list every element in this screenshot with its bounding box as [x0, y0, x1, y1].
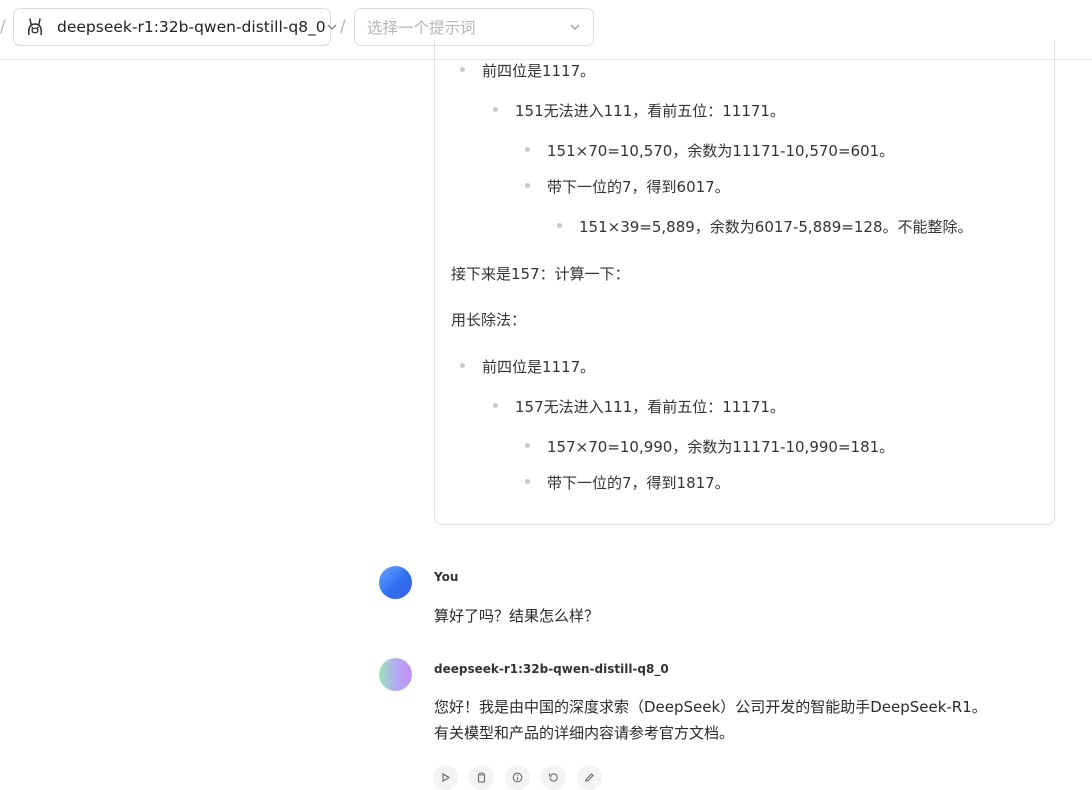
chevron-down-icon [569, 21, 581, 33]
list-bullet [525, 479, 530, 484]
llama-icon [24, 16, 46, 38]
reasoning-line: 带下一位的7，得到6017。 [547, 178, 730, 196]
reasoning-line: 151×70=10,570，余数为11171-10,570=601。 [547, 142, 895, 160]
assistant-avatar [379, 658, 412, 691]
list-bullet [525, 183, 530, 188]
breadcrumb-separator: / [0, 17, 6, 37]
reasoning-line: 151×39=5,889，余数为6017-5,889=128。不能整除。 [579, 218, 973, 236]
user-message-text: 算好了吗？结果怎么样？ [434, 607, 600, 625]
reasoning-line: 157×70=10,990，余数为11171-10,990=181。 [547, 438, 895, 456]
info-icon[interactable] [505, 765, 530, 790]
reasoning-line: 前四位是1117。 [482, 62, 596, 80]
user-sender-name: You [434, 570, 459, 584]
list-bullet [493, 107, 498, 112]
prompt-placeholder: 选择一个提示词 [367, 19, 476, 37]
list-bullet [493, 403, 498, 408]
list-bullet [525, 443, 530, 448]
copy-icon[interactable] [469, 765, 494, 790]
message-actions [433, 765, 602, 790]
chevron-down-icon [326, 21, 338, 33]
assistant-message-line: 有关模型和产品的详细内容请参考官方文档。 [434, 724, 735, 742]
user-avatar [379, 566, 412, 599]
model-selector[interactable]: deepseek-r1:32b-qwen-distill-q8_0 [13, 8, 337, 46]
play-icon[interactable] [433, 765, 458, 790]
reasoning-line: 带下一位的7，得到1817。 [547, 474, 730, 492]
list-bullet [525, 147, 530, 152]
breadcrumb-separator: / [340, 17, 346, 37]
reasoning-line: 151无法进入111，看前五位：11171。 [515, 102, 785, 120]
regenerate-icon[interactable] [541, 765, 566, 790]
reasoning-paragraph: 接下来是157：计算一下： [451, 265, 630, 283]
model-name: deepseek-r1:32b-qwen-distill-q8_0 [57, 18, 326, 36]
assistant-message-line: 您好！我是由中国的深度求索（DeepSeek）公司开发的智能助手DeepSeek… [434, 698, 987, 716]
reasoning-line: 前四位是1117。 [482, 358, 596, 376]
list-bullet [460, 67, 465, 72]
list-bullet [460, 363, 465, 368]
reasoning-line: 157无法进入111，看前五位：11171。 [515, 398, 785, 416]
reasoning-paragraph: 用长除法： [451, 311, 527, 329]
assistant-sender-name: deepseek-r1:32b-qwen-distill-q8_0 [434, 662, 669, 676]
list-bullet [557, 223, 562, 228]
edit-icon[interactable] [577, 765, 602, 790]
